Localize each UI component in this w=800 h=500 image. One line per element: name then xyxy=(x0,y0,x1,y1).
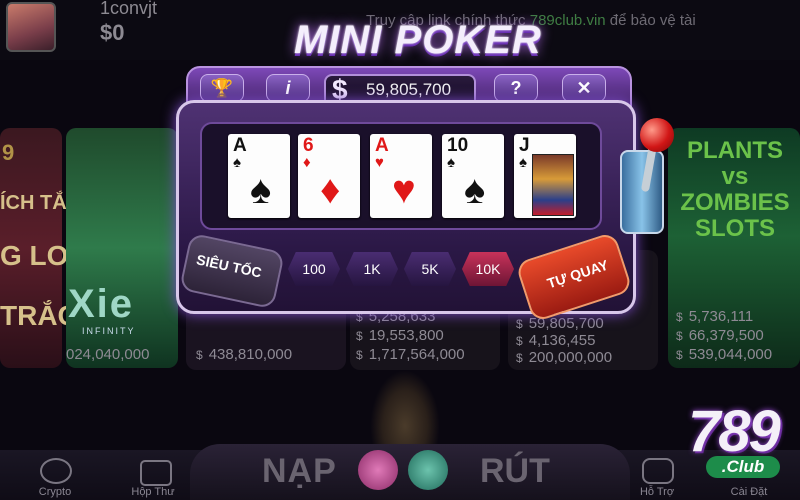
bet-button[interactable]: 5K xyxy=(404,252,456,286)
marquee-suffix: để bảo vệ tài xyxy=(609,12,696,29)
left-card-number: 9 xyxy=(2,140,15,165)
support-button[interactable] xyxy=(642,458,674,484)
currency-symbol: $ xyxy=(516,317,523,331)
jack-portrait-icon xyxy=(532,154,574,216)
mid2-jackpot-2-value: 4,136,455 xyxy=(528,332,596,349)
axie-jackpot: 024,040,000 xyxy=(66,346,150,363)
bet-button[interactable]: 10K xyxy=(462,252,514,286)
lever-base xyxy=(620,150,664,234)
info-button[interactable]: i xyxy=(266,74,310,102)
card-rank: 10 xyxy=(447,135,469,156)
bet-button[interactable]: 1K xyxy=(346,252,398,286)
deposit-button[interactable]: NẠP xyxy=(262,452,337,491)
settings-label[interactable]: Cài Đặt xyxy=(714,486,784,498)
mid1-jackpot-2-value: 19,553,800 xyxy=(368,327,444,344)
card-suit-icon: ♠ xyxy=(519,154,527,171)
mid2-jackpot-3-value: 200,000,000 xyxy=(528,349,613,366)
card-suit-large-icon: ♠ xyxy=(464,168,486,212)
brand-logo-club: .Club xyxy=(706,456,780,478)
close-button[interactable]: ✕ xyxy=(562,74,606,102)
trophy-button[interactable]: 🏆 xyxy=(200,74,244,102)
withdraw-chip-icon xyxy=(408,450,448,490)
jackpot-value: 59,805,700 xyxy=(366,80,452,99)
pvz-jackpot-3-value: 539,044,000 xyxy=(688,346,773,363)
mid1-jackpot-3: $1,717,564,000 xyxy=(356,346,465,363)
mid2-jackpot-2: $4,136,455 xyxy=(516,332,595,349)
card-suit-icon: ♦ xyxy=(303,154,311,171)
support-label: Hỗ Trợ xyxy=(639,486,675,498)
card-suit-icon: ♥ xyxy=(375,154,384,171)
christmas-tree-decoration xyxy=(370,370,440,450)
card-suit-icon: ♠ xyxy=(233,154,241,171)
card-rank: A xyxy=(233,135,247,156)
pvz-jackpot-1-value: 5,736,111 xyxy=(688,308,754,325)
playing-card: A ♠ ♠ xyxy=(228,134,290,218)
currency-symbol: $ xyxy=(196,348,203,362)
dark-jackpot: $438,810,000 xyxy=(196,346,292,363)
lever-knob-icon[interactable] xyxy=(640,118,674,152)
currency-symbol: $ xyxy=(516,334,523,348)
card-rank: A xyxy=(375,135,389,156)
currency-symbol: $ xyxy=(676,348,683,362)
coin-icon xyxy=(40,458,72,484)
playing-card: 6 ♦ ♦ xyxy=(298,134,360,218)
mid1-jackpot-3-value: 1,717,564,000 xyxy=(368,346,465,363)
pvz-jackpot-3: $539,044,000 xyxy=(676,346,772,363)
mail-icon xyxy=(140,460,172,486)
balance: $0 xyxy=(100,20,125,45)
bet-button[interactable]: 100 xyxy=(288,252,340,286)
playing-card: A ♥ ♥ xyxy=(370,134,432,218)
axie-logo-text: Xie xyxy=(68,282,135,326)
avatar[interactable] xyxy=(6,2,56,52)
trophy-icon: 🏆 xyxy=(210,78,234,98)
dark-jackpot-value: 438,810,000 xyxy=(208,346,293,363)
card-rank: 6 xyxy=(303,135,314,156)
axie-subtitle: INFINITY xyxy=(82,326,136,336)
help-button[interactable]: ? xyxy=(494,74,538,102)
crypto-label: Crypto xyxy=(38,486,72,498)
card-suit-large-icon: ♠ xyxy=(250,168,272,212)
crypto-button[interactable] xyxy=(40,458,72,484)
inbox-button[interactable] xyxy=(140,460,172,486)
mid2-jackpot-3: $200,000,000 xyxy=(516,349,612,366)
withdraw-button[interactable]: RÚT xyxy=(480,452,550,491)
card-suit-icon: ♠ xyxy=(447,154,455,171)
pvz-jackpot-2: $66,379,500 xyxy=(676,327,764,344)
inbox-label: Hộp Thư xyxy=(131,486,175,498)
mid1-jackpot-2: $19,553,800 xyxy=(356,327,444,344)
phone-icon xyxy=(642,458,674,484)
left-card-line2: G LO xyxy=(0,240,69,271)
card-suit-large-icon: ♦ xyxy=(320,168,341,212)
playing-card: 10 ♠ ♠ xyxy=(442,134,504,218)
deposit-chip-icon xyxy=(358,450,398,490)
pvz-jackpot-2-value: 66,379,500 xyxy=(688,327,764,344)
currency-symbol: $ xyxy=(356,348,363,362)
mini-poker-title: MINI POKER xyxy=(294,18,542,62)
playing-card: J ♠ xyxy=(514,134,576,218)
brand-logo-number: 789 xyxy=(688,399,781,464)
currency-symbol: $ xyxy=(356,329,363,343)
pvz-jackpot-1: $5,736,111 xyxy=(676,308,753,325)
card-rank: J xyxy=(519,135,530,156)
pvz-title: PLANTS vs ZOMBIES SLOTS xyxy=(680,137,790,242)
currency-symbol: $ xyxy=(516,351,523,365)
username: 1convjt xyxy=(100,0,158,18)
currency-symbol: $ xyxy=(676,329,683,343)
card-suit-large-icon: ♥ xyxy=(392,168,416,212)
currency-symbol: $ xyxy=(676,310,683,324)
mid2-jackpot-1: $59,805,700 xyxy=(516,315,604,332)
